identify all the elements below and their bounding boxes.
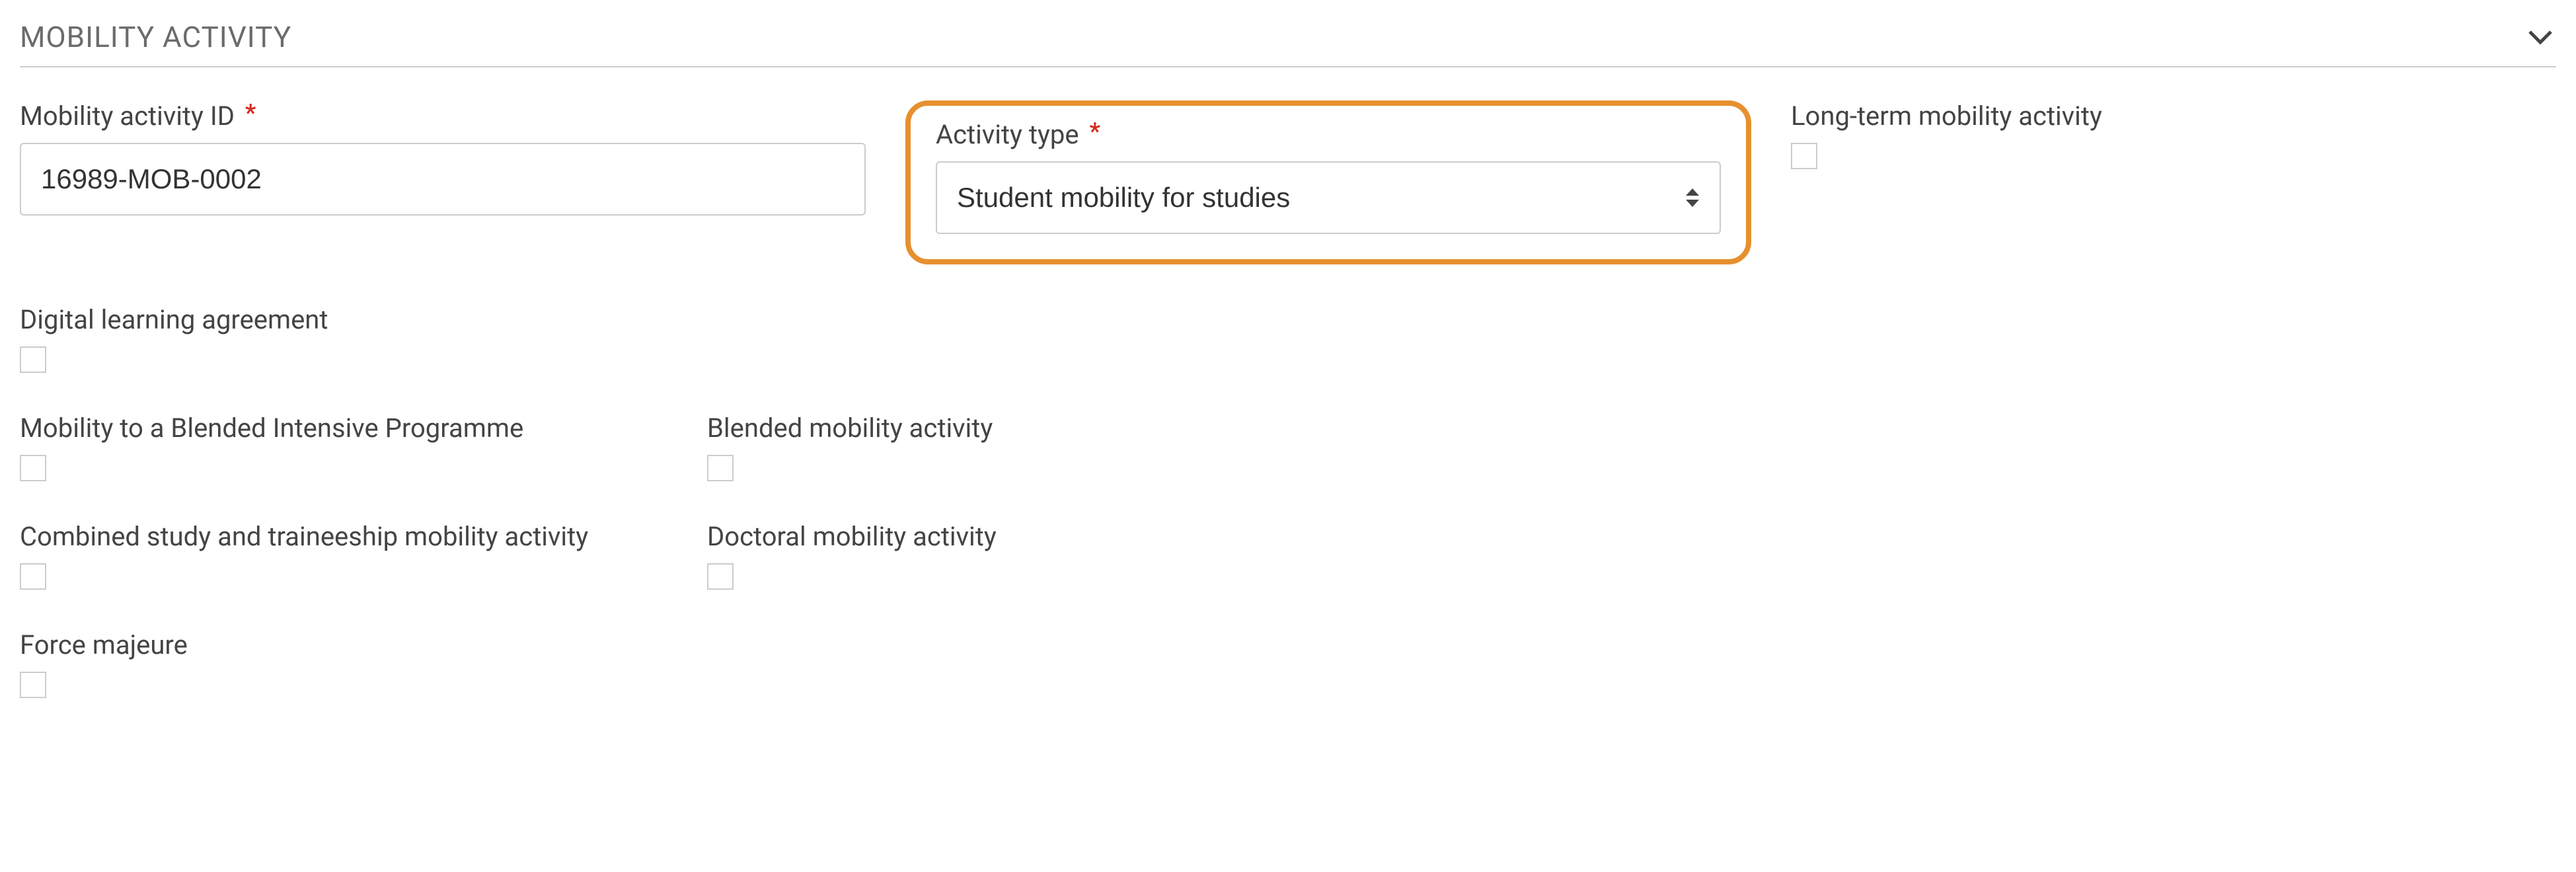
force-majeure-label: Force majeure bbox=[20, 629, 667, 661]
digital-la-checkbox[interactable] bbox=[20, 346, 46, 373]
section-title: MOBILITY ACTIVITY bbox=[20, 20, 291, 54]
activity-type-label: Activity type * bbox=[936, 119, 1721, 151]
mobility-id-label: Mobility activity ID * bbox=[20, 100, 866, 132]
required-asterisk: * bbox=[245, 99, 256, 127]
blended-activity-label: Blended mobility activity bbox=[707, 413, 1355, 444]
digital-la-label: Digital learning agreement bbox=[20, 304, 667, 336]
doctoral-label: Doctoral mobility activity bbox=[707, 521, 1355, 553]
force-majeure-checkbox[interactable] bbox=[20, 672, 46, 698]
long-term-checkbox[interactable] bbox=[1791, 143, 1817, 169]
blended-ip-checkbox[interactable] bbox=[20, 455, 46, 481]
label-text: Mobility activity ID bbox=[20, 100, 235, 132]
blended-ip-label: Mobility to a Blended Intensive Programm… bbox=[20, 413, 667, 444]
label-text: Activity type bbox=[936, 119, 1079, 150]
activity-type-highlight: Activity type * bbox=[905, 100, 1751, 264]
doctoral-checkbox[interactable] bbox=[707, 563, 734, 590]
chevron-down-icon[interactable] bbox=[2524, 21, 2556, 53]
mobility-id-input[interactable] bbox=[20, 143, 866, 216]
long-term-label: Long-term mobility activity bbox=[1791, 100, 2386, 132]
section-header[interactable]: MOBILITY ACTIVITY bbox=[20, 20, 2556, 67]
combined-checkbox[interactable] bbox=[20, 563, 46, 590]
blended-activity-checkbox[interactable] bbox=[707, 455, 734, 481]
activity-type-select[interactable] bbox=[936, 161, 1721, 234]
required-asterisk: * bbox=[1089, 118, 1100, 145]
combined-label: Combined study and traineeship mobility … bbox=[20, 521, 667, 553]
